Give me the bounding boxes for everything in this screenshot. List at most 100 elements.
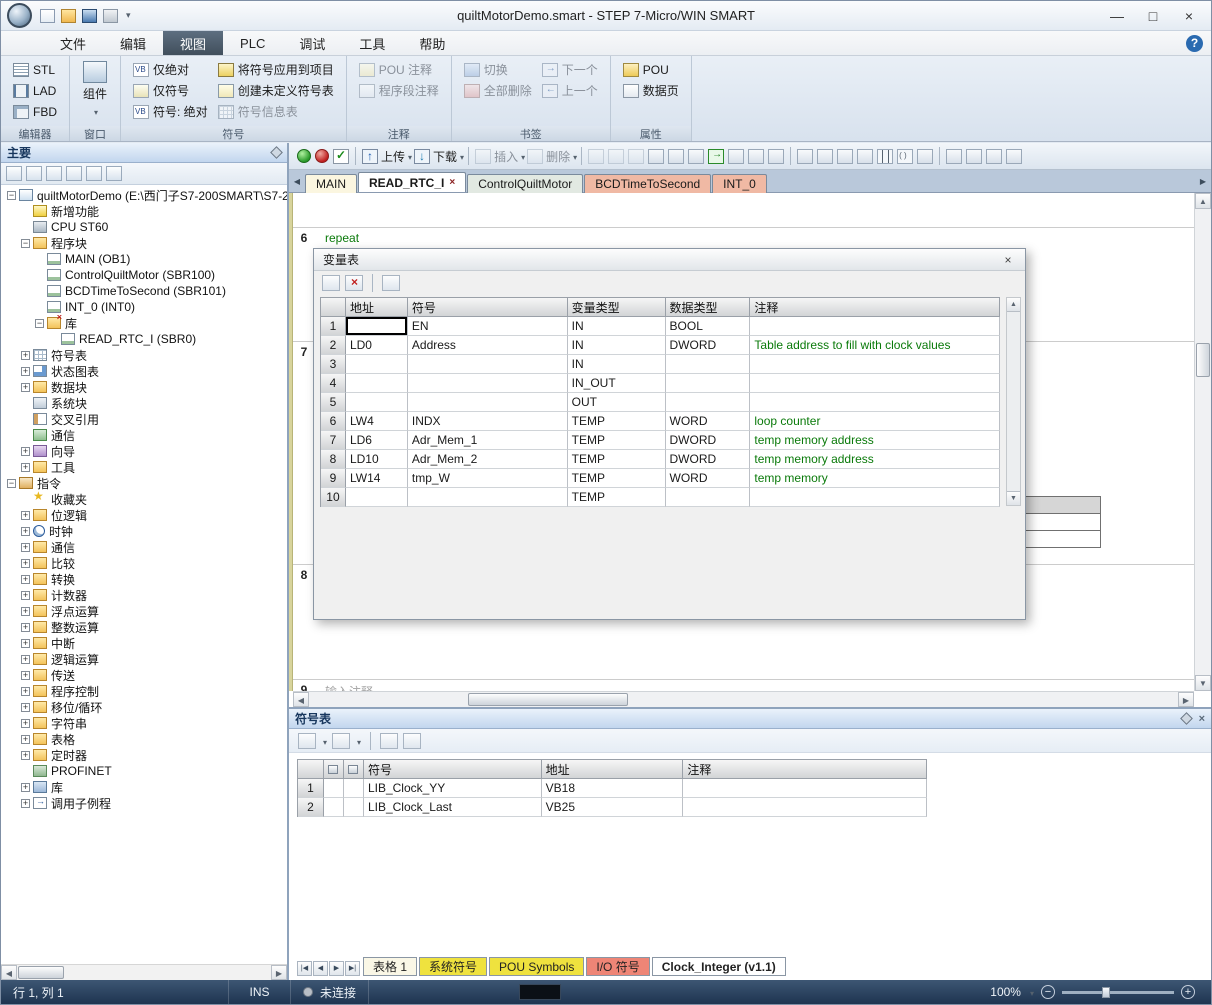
run-icon[interactable] — [297, 149, 311, 163]
cell-var_type[interactable]: IN — [568, 355, 666, 374]
upload-button[interactable]: 上传 — [381, 148, 405, 165]
apply-symbols-button[interactable]: 将符号应用到项目 — [213, 59, 339, 80]
program-editor-canvas[interactable]: 6 repeat 7 8 9 输入注释 变量表 × — [289, 193, 1211, 707]
scroll-right-icon[interactable]: ▶ — [1178, 692, 1194, 707]
cell-var_type[interactable]: IN — [568, 317, 666, 336]
data-page-button[interactable]: 数据页 — [618, 80, 684, 101]
delete-dropdown-icon[interactable] — [355, 734, 361, 748]
cell-data_type[interactable]: DWORD — [666, 450, 751, 469]
tree-item[interactable]: BCDTimeToSecond (SBR101) — [1, 283, 287, 299]
symbol-flag-cell[interactable] — [344, 798, 364, 817]
cell-addr[interactable] — [346, 393, 408, 412]
symbol-flag-cell[interactable] — [324, 798, 344, 817]
symbol-absolute-button[interactable]: 符号: 绝对 — [128, 101, 213, 122]
symbol-flag-cell[interactable] — [344, 779, 364, 798]
expand-icon[interactable]: + — [21, 351, 30, 360]
cell-data_type[interactable]: WORD — [666, 469, 751, 488]
collapse-icon[interactable]: − — [21, 239, 30, 248]
tree-item[interactable]: +库 — [1, 779, 287, 795]
bookmark-next-button[interactable]: 下一个 — [537, 59, 603, 80]
save-icon[interactable] — [82, 9, 97, 23]
expand-icon[interactable]: + — [21, 543, 30, 552]
collapse-icon[interactable]: − — [7, 191, 16, 200]
expand-icon[interactable]: + — [21, 687, 30, 696]
panel-close-icon[interactable]: × — [1199, 713, 1205, 725]
expand-icon[interactable]: + — [21, 511, 30, 520]
zoom-slider-thumb[interactable] — [1102, 987, 1110, 998]
collapse-icon[interactable]: − — [35, 319, 44, 328]
edit-properties-icon[interactable] — [986, 149, 1002, 164]
open-file-icon[interactable] — [61, 9, 76, 23]
cell-var_type[interactable]: TEMP — [568, 488, 666, 507]
paste-item-icon[interactable] — [86, 166, 102, 181]
cell-comment[interactable] — [683, 779, 927, 798]
force-icon[interactable] — [728, 149, 744, 164]
window-split-icon[interactable] — [628, 149, 644, 164]
cell-symbol[interactable]: Adr_Mem_1 — [408, 431, 568, 450]
cell-var_type[interactable]: IN — [568, 336, 666, 355]
tree-item[interactable]: +中断 — [1, 635, 287, 651]
column-header[interactable]: 地址 — [346, 298, 408, 317]
editor-tab-READ_RTC_I[interactable]: READ_RTC_I× — [358, 172, 466, 192]
tree-item[interactable]: +逻辑运算 — [1, 651, 287, 667]
tree-item[interactable]: PROFINET — [1, 763, 287, 779]
cell-comment[interactable] — [750, 317, 1000, 336]
tree-item[interactable]: +字符串 — [1, 715, 287, 731]
insert-dropdown-icon[interactable] — [519, 149, 525, 163]
delete-button[interactable]: 删除 — [546, 148, 570, 165]
cell-comment[interactable]: temp memory address — [750, 431, 1000, 450]
cell-var_type[interactable]: TEMP — [568, 469, 666, 488]
app-logo-icon[interactable] — [7, 3, 32, 28]
help-icon[interactable]: ? — [1186, 35, 1203, 52]
zoom-dropdown-icon[interactable] — [1028, 985, 1034, 999]
insert-row-icon[interactable] — [322, 275, 340, 291]
detail-view-icon[interactable] — [26, 166, 42, 181]
print-icon[interactable] — [103, 9, 118, 23]
pou-properties-button[interactable]: POU — [618, 59, 684, 80]
row-number[interactable]: 8 — [321, 450, 346, 469]
variable-table-titlebar[interactable]: 变量表 × — [314, 249, 1025, 271]
cell-var_type[interactable]: TEMP — [568, 431, 666, 450]
column-header[interactable]: 符号 — [364, 760, 542, 779]
tree-item[interactable]: −程序块 — [1, 235, 287, 251]
print-table-icon[interactable] — [382, 275, 400, 291]
cell-symbol[interactable]: LIB_Clock_YY — [364, 779, 542, 798]
contact-tool-icon[interactable] — [877, 149, 893, 164]
column-header[interactable]: 数据类型 — [666, 298, 751, 317]
row-number[interactable]: 7 — [321, 431, 346, 450]
cell-addr[interactable]: LW4 — [346, 412, 408, 431]
tree-item[interactable]: −库 — [1, 315, 287, 331]
address-view-icon[interactable] — [946, 149, 962, 164]
cell-symbol[interactable] — [408, 355, 568, 374]
cell-data_type[interactable]: BOOL — [666, 317, 751, 336]
tree-item[interactable]: +时钟 — [1, 523, 287, 539]
menu-item-5[interactable]: 调试 — [282, 31, 342, 55]
component-button[interactable]: 组件 — [83, 59, 107, 118]
tree-item[interactable]: 交叉引用 — [1, 411, 287, 427]
tree-item[interactable]: +表格 — [1, 731, 287, 747]
symbol-tab-I/O 符号[interactable]: I/O 符号 — [586, 957, 649, 976]
symbol-tab-Clock_Integer (v1.1)[interactable]: Clock_Integer (v1.1) — [652, 957, 786, 976]
column-header[interactable]: 符号 — [408, 298, 568, 317]
library-icon[interactable] — [1006, 149, 1022, 164]
unforce-icon[interactable] — [748, 149, 764, 164]
cell-var_type[interactable]: TEMP — [568, 412, 666, 431]
cell-symbol[interactable] — [408, 374, 568, 393]
symbol-flag-column-header[interactable] — [324, 760, 344, 779]
expand-icon[interactable]: + — [21, 447, 30, 456]
column-header[interactable]: 注释 — [750, 298, 1000, 317]
expand-icon[interactable]: + — [21, 559, 30, 568]
tree-item[interactable]: MAIN (OB1) — [1, 251, 287, 267]
new-file-icon[interactable] — [40, 9, 55, 23]
editor-tab-BCDTimeToSecond[interactable]: BCDTimeToSecond — [584, 174, 711, 193]
close-button[interactable]: × — [1171, 4, 1207, 28]
expand-icon[interactable]: + — [21, 783, 30, 792]
row-number[interactable]: 2 — [321, 336, 346, 355]
column-header[interactable]: 变量类型 — [568, 298, 666, 317]
tree-item[interactable]: +整数运算 — [1, 619, 287, 635]
symbol-flag-cell[interactable] — [324, 779, 344, 798]
cell-data_type[interactable] — [666, 374, 751, 393]
menu-item-4[interactable]: PLC — [223, 31, 282, 55]
tree-item[interactable]: +工具 — [1, 459, 287, 475]
expand-icon[interactable]: + — [21, 671, 30, 680]
